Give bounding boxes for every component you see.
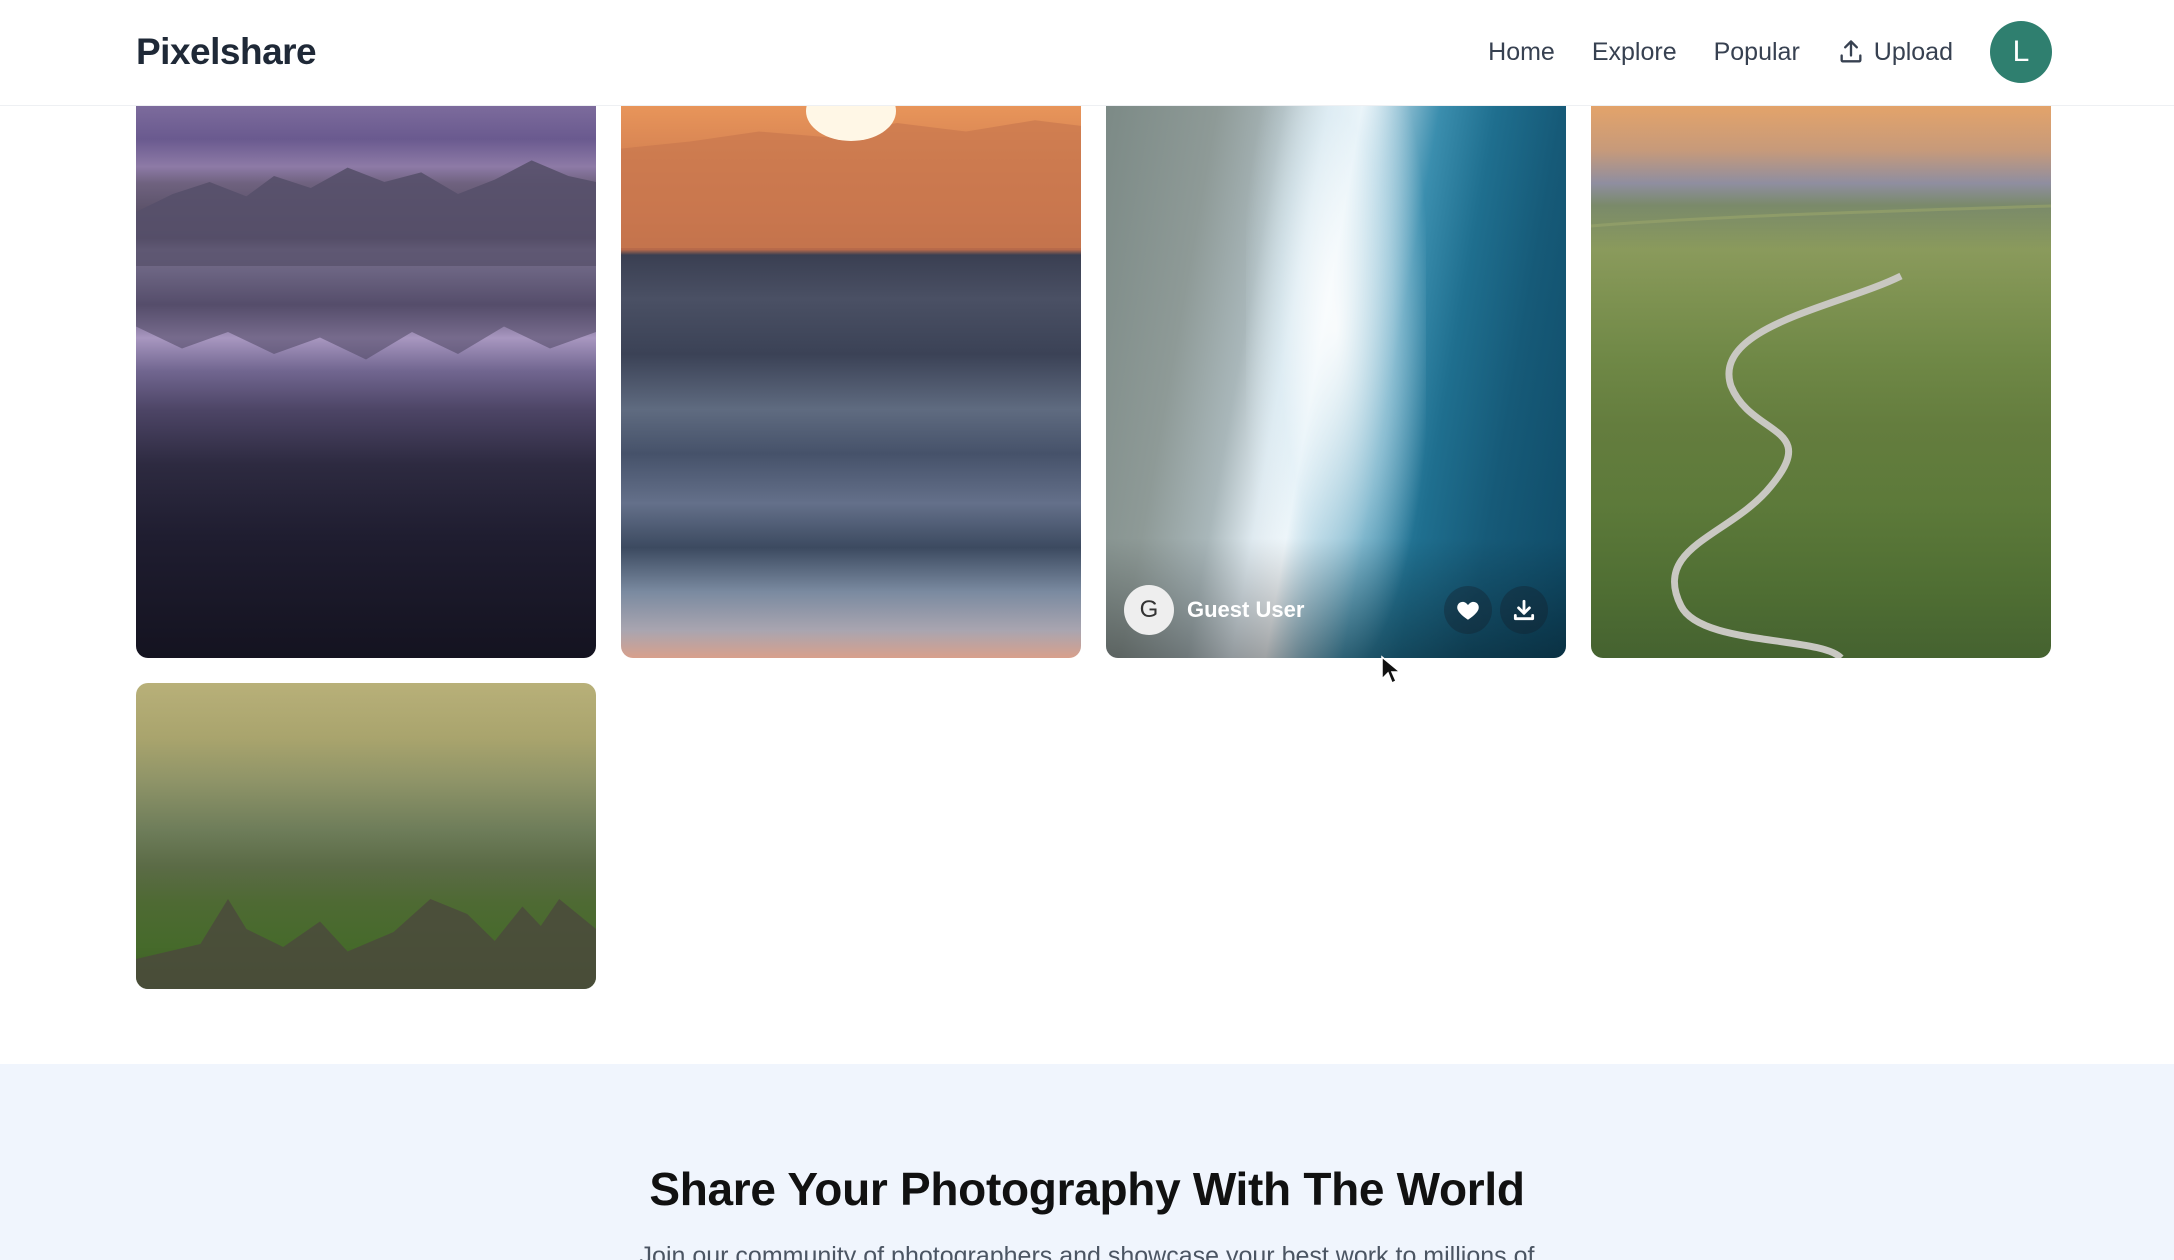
upload-icon [1840, 40, 1862, 63]
user-avatar-initial: L [2012, 35, 2030, 68]
photo-card-mountain-reflection[interactable] [136, 106, 596, 658]
user-avatar[interactable]: L [1990, 21, 2052, 83]
like-button[interactable] [1444, 586, 1492, 634]
nav-explore-label: Explore [1591, 38, 1677, 66]
author-name[interactable]: Guest User [1187, 597, 1436, 623]
top-navbar: Pixelshare Home Explore Popular Upload L [0, 0, 2174, 106]
mountain-shape [136, 160, 596, 266]
download-button[interactable] [1500, 586, 1548, 634]
reflection-shape [136, 266, 596, 360]
nav-upload-label: Upload [1873, 38, 1953, 66]
cta-subtitle: Join our community of photographers and … [639, 1242, 1535, 1260]
winding-road-shape [1591, 204, 2051, 658]
site-logo[interactable]: Pixelshare [136, 28, 317, 76]
cta-title: Share Your Photography With The World [649, 1163, 1525, 1215]
nav-home-link[interactable]: Home [1488, 20, 1555, 84]
nav-upload-link[interactable]: Upload [1837, 20, 1953, 84]
heart-icon [1457, 601, 1479, 620]
photo-card-aerial-wave[interactable]: G Guest User [1106, 106, 1566, 658]
cta-section: Share Your Photography With The World Jo… [0, 1064, 2174, 1260]
download-icon [1513, 599, 1535, 621]
nav-popular-label: Popular [1713, 38, 1800, 66]
nav-home-label: Home [1488, 38, 1555, 66]
photo-card-misty-valley[interactable] [136, 683, 596, 989]
author-avatar-initial: G [1139, 596, 1159, 623]
photo-hover-overlay: G Guest User [1106, 562, 1566, 658]
author-avatar[interactable]: G [1124, 585, 1174, 635]
nav-popular-link[interactable]: Popular [1714, 20, 1800, 84]
mouse-cursor-icon [1381, 655, 1402, 685]
main-nav: Home Explore Popular Upload L [1488, 20, 2052, 84]
photo-card-ocean-sunset[interactable] [621, 106, 1081, 658]
rock-formation-shape [136, 899, 596, 989]
nav-explore-link[interactable]: Explore [1592, 20, 1677, 84]
photo-card-winding-road[interactable] [1591, 106, 2051, 658]
